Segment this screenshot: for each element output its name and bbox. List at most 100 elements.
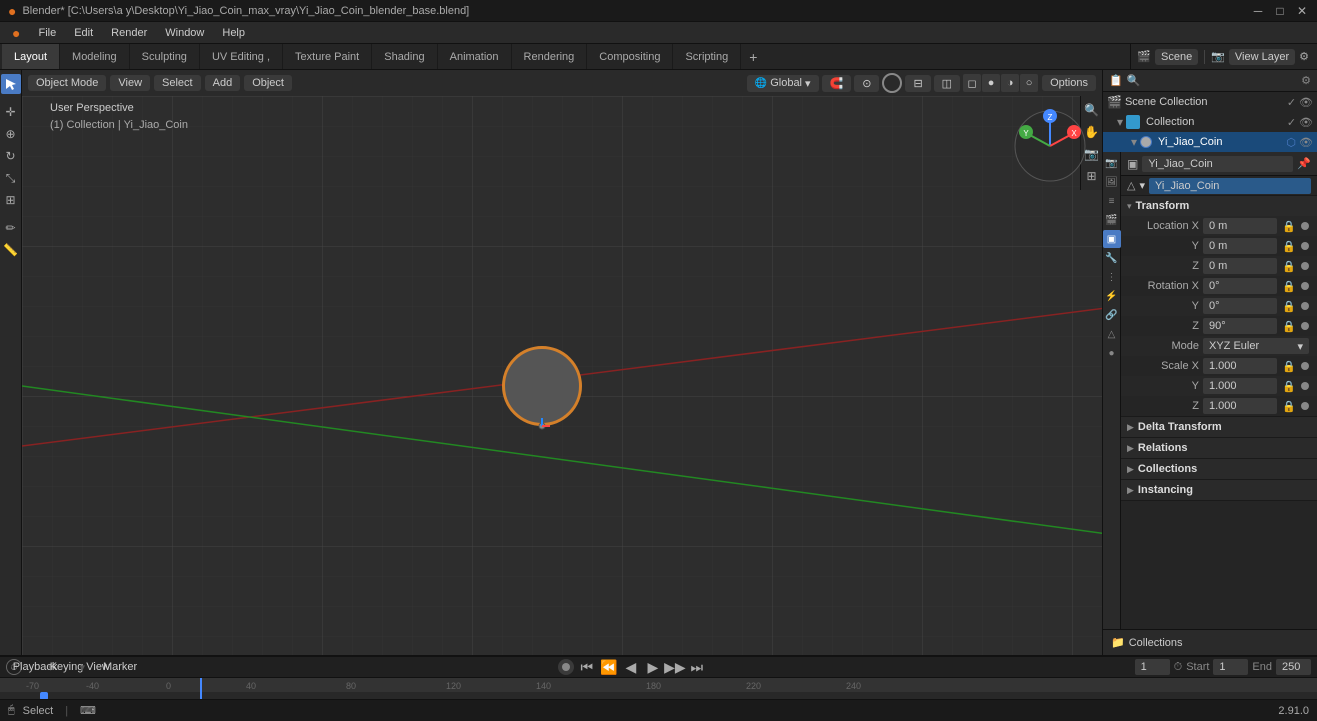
location-y-field[interactable]: 0 m: [1203, 238, 1277, 254]
tab-scripting[interactable]: Scripting: [673, 44, 741, 69]
rotation-x-lock-icon[interactable]: 🔒: [1281, 280, 1297, 293]
prop-tab-view-layer[interactable]: ≡: [1103, 192, 1121, 210]
object-name-field[interactable]: Yi_Jiao_Coin: [1142, 156, 1293, 172]
navigation-gizmo[interactable]: Z X Y: [1010, 106, 1090, 186]
rotation-x-field[interactable]: 0°: [1203, 278, 1277, 294]
snap-button[interactable]: 🧲: [822, 75, 852, 92]
scale-x-lock-icon[interactable]: 🔒: [1281, 360, 1297, 373]
next-key-button[interactable]: ▶▶: [666, 658, 684, 676]
titlebar-controls[interactable]: ─ □ ✕: [1251, 4, 1309, 18]
collection-eye-icon[interactable]: 👁: [1299, 116, 1313, 129]
tab-rendering[interactable]: Rendering: [512, 44, 588, 69]
object-menu[interactable]: Object: [244, 75, 292, 91]
coin-filter-icon[interactable]: ⬡: [1286, 136, 1296, 149]
scale-y-field[interactable]: 1.000: [1203, 378, 1277, 394]
collection-vis-icon[interactable]: ✓: [1287, 116, 1296, 129]
prop-tab-particles[interactable]: ⋮: [1103, 268, 1121, 286]
tab-sculpting[interactable]: Sculpting: [130, 44, 200, 69]
select-menu[interactable]: Select: [154, 75, 201, 91]
play-button[interactable]: ▶: [644, 658, 662, 676]
record-button[interactable]: [558, 659, 574, 675]
cursor-tool-button[interactable]: ✛: [1, 102, 21, 122]
tab-animation[interactable]: Animation: [438, 44, 512, 69]
scale-z-field[interactable]: 1.000: [1203, 398, 1277, 414]
scene-selector[interactable]: Scene: [1155, 49, 1198, 65]
menu-file[interactable]: File: [30, 25, 64, 41]
tab-uv-editing[interactable]: UV Editing ,: [200, 44, 283, 69]
scale-z-lock-icon[interactable]: 🔒: [1281, 400, 1297, 413]
wireframe-shading-button[interactable]: ◻: [963, 74, 981, 92]
material-shading-button[interactable]: ◑: [1001, 74, 1019, 92]
prop-tab-object[interactable]: ▣: [1103, 230, 1121, 248]
coin-eye-icon[interactable]: 👁: [1299, 136, 1313, 149]
prev-key-button[interactable]: ◀: [622, 658, 640, 676]
menu-render[interactable]: Render: [103, 25, 155, 41]
transform-tool-button[interactable]: ⊞: [1, 190, 21, 210]
scale-x-field[interactable]: 1.000: [1203, 358, 1277, 374]
delta-transform-header[interactable]: ▶ Delta Transform: [1121, 417, 1317, 437]
scene-collection-row[interactable]: 🎬 Scene Collection ✓ 👁: [1103, 92, 1317, 112]
tab-modeling[interactable]: Modeling: [60, 44, 130, 69]
keying-menu[interactable]: Keying: [58, 658, 76, 676]
prop-tab-constraints[interactable]: 🔗: [1103, 306, 1121, 324]
viewlayer-selector[interactable]: View Layer: [1229, 49, 1295, 65]
mode-selector[interactable]: Object Mode: [28, 75, 106, 91]
location-x-lock-icon[interactable]: 🔒: [1281, 220, 1297, 233]
scale-tool-button[interactable]: ⤡: [1, 168, 21, 188]
instancing-header[interactable]: ▶ Instancing: [1121, 480, 1317, 500]
timeline-scrubber[interactable]: -70 -40 0 40 80 120 140 180 220 240: [0, 678, 1317, 699]
scale-y-lock-icon[interactable]: 🔒: [1281, 380, 1297, 393]
transform-selector[interactable]: 🌐 Global ▾: [747, 75, 819, 92]
playhead[interactable]: [200, 678, 202, 699]
prop-tab-modifier[interactable]: 🔧: [1103, 249, 1121, 267]
prop-tab-output[interactable]: 🖼: [1103, 173, 1121, 191]
options-menu[interactable]: Options: [1042, 75, 1096, 91]
viewport[interactable]: Object Mode View Select Add Object 🌐 Glo…: [22, 70, 1102, 655]
xray-button[interactable]: ◫: [934, 75, 960, 92]
coin-object[interactable]: [502, 346, 582, 426]
mesh-selector[interactable]: ▾: [1139, 179, 1145, 192]
current-frame-field[interactable]: 1: [1135, 659, 1170, 675]
prop-collections-header[interactable]: ▶ Collections: [1121, 459, 1317, 479]
annotate-tool-button[interactable]: ✏: [1, 218, 21, 238]
view-menu[interactable]: View: [110, 75, 150, 91]
tab-layout[interactable]: Layout: [2, 44, 60, 69]
add-menu[interactable]: Add: [205, 75, 241, 91]
scene-collection-vis-icon[interactable]: ✓: [1287, 96, 1296, 109]
select-tool-button[interactable]: [1, 74, 21, 94]
marker-menu[interactable]: Marker: [111, 658, 129, 676]
outliner-search-icon[interactable]: 🔍: [1127, 74, 1141, 87]
tab-texture-paint[interactable]: Texture Paint: [283, 44, 372, 69]
add-workspace-button[interactable]: +: [741, 44, 765, 69]
location-y-lock-icon[interactable]: 🔒: [1281, 240, 1297, 253]
close-button[interactable]: ✕: [1295, 4, 1309, 18]
proportional-edit-button[interactable]: ⊙: [854, 75, 879, 92]
measure-tool-button[interactable]: 📏: [1, 240, 21, 260]
menu-blender[interactable]: ●: [4, 23, 28, 43]
pin-icon[interactable]: 📌: [1297, 157, 1311, 170]
jump-end-button[interactable]: ⏭: [688, 658, 706, 676]
rotation-y-lock-icon[interactable]: 🔒: [1281, 300, 1297, 313]
mesh-name-field[interactable]: Yi_Jiao_Coin: [1149, 178, 1311, 194]
rotation-z-field[interactable]: 90°: [1203, 318, 1277, 334]
rotation-z-lock-icon[interactable]: 🔒: [1281, 320, 1297, 333]
prop-tab-render[interactable]: 📷: [1103, 154, 1121, 172]
relations-header[interactable]: ▶ Relations: [1121, 438, 1317, 458]
overlay-button[interactable]: ⊟: [905, 75, 930, 92]
show-gizmos-button[interactable]: [882, 73, 902, 93]
solid-shading-button[interactable]: ●: [982, 74, 1000, 92]
move-tool-button[interactable]: ⊕: [1, 124, 21, 144]
location-z-field[interactable]: 0 m: [1203, 258, 1277, 274]
prev-frame-button[interactable]: ⏪: [600, 658, 618, 676]
jump-start-button[interactable]: ⏮: [578, 658, 596, 676]
collections-bottom-bar[interactable]: 📁 Collections: [1103, 629, 1317, 655]
menu-edit[interactable]: Edit: [66, 25, 101, 41]
prop-tab-material[interactable]: ●: [1103, 344, 1121, 362]
start-frame-field[interactable]: 1: [1213, 659, 1248, 675]
prop-tab-data[interactable]: △: [1103, 325, 1121, 343]
playback-menu[interactable]: Playback: [26, 658, 44, 676]
location-x-field[interactable]: 0 m: [1203, 218, 1277, 234]
rotation-y-field[interactable]: 0°: [1203, 298, 1277, 314]
tab-compositing[interactable]: Compositing: [587, 44, 673, 69]
viewlayer-options-icon[interactable]: ⚙: [1299, 50, 1309, 63]
